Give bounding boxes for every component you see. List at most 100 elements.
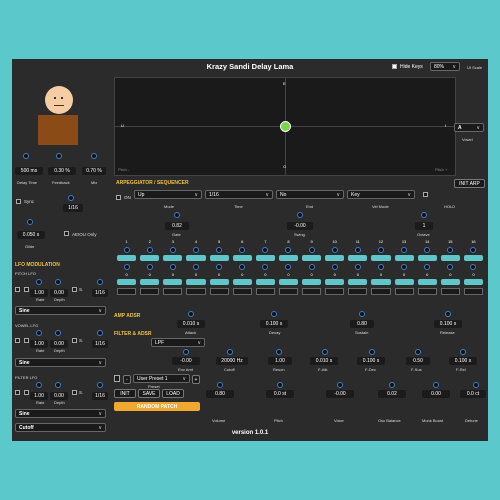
preset-next-button[interactable]: + — [192, 375, 200, 384]
step-pitch-knob[interactable] — [470, 264, 477, 270]
step-velocity-knob[interactable] — [123, 247, 130, 253]
arp-hold-checkbox[interactable] — [423, 192, 428, 197]
feedback-value[interactable]: 0.30 % — [48, 167, 76, 175]
filter-atk-value[interactable]: 0.010 s — [310, 357, 338, 365]
arp-mode-select[interactable]: Up ∨ — [134, 190, 202, 199]
step-accent-toggle[interactable] — [163, 279, 183, 285]
arp-end-select[interactable]: No ∨ — [276, 190, 344, 199]
step-velocity-knob[interactable] — [262, 247, 269, 253]
vowel-lfo-rate-value[interactable]: 1.00 — [30, 340, 48, 348]
aeiou-checkbox[interactable] — [64, 231, 69, 236]
arp-octave-knob[interactable] — [421, 212, 427, 218]
pitch-lfo-wave-select[interactable]: Sine ∨ — [15, 306, 106, 315]
vowel-lfo-rate-knob[interactable] — [36, 330, 42, 336]
step-pitch-knob[interactable] — [377, 264, 384, 270]
sync-checkbox[interactable] — [16, 199, 21, 204]
step-pitch-knob[interactable] — [424, 264, 431, 270]
filter-sus-knob[interactable] — [415, 349, 421, 355]
filter-cutoff-knob[interactable] — [227, 349, 233, 355]
step-gate-toggle[interactable] — [163, 255, 183, 261]
step-pitch-knob[interactable] — [331, 264, 338, 270]
glide-knob[interactable] — [27, 219, 33, 225]
vowel-lfo-division-value[interactable]: 1/16 — [92, 340, 108, 348]
pitch-lfo-division-knob[interactable] — [97, 279, 103, 285]
filter-dec-value[interactable]: 0.100 s — [357, 357, 385, 365]
hide-keys-checkbox[interactable] — [392, 64, 397, 69]
arp-octave-value[interactable]: 1 — [415, 222, 433, 230]
filter-env-amt-value[interactable]: -0.00 — [172, 357, 200, 365]
filter-rel-knob[interactable] — [460, 349, 466, 355]
step-gate-toggle[interactable] — [463, 255, 483, 261]
step-velocity-knob[interactable] — [146, 247, 153, 253]
step-mode-select[interactable] — [255, 288, 275, 295]
filter-cutoff-value[interactable]: 20000 Hz — [216, 357, 248, 365]
step-mode-select[interactable] — [163, 288, 183, 295]
delay-time-value[interactable]: 500 ms — [15, 167, 43, 175]
step-accent-toggle[interactable] — [371, 279, 391, 285]
step-velocity-knob[interactable] — [424, 247, 431, 253]
preset-prev-button[interactable]: - — [123, 375, 131, 384]
amp-decay-knob[interactable] — [271, 311, 277, 317]
step-gate-toggle[interactable] — [325, 255, 345, 261]
step-accent-toggle[interactable] — [186, 279, 206, 285]
arp-vel-mode-select[interactable]: Key ∨ — [347, 190, 415, 199]
amp-sustain-knob[interactable] — [359, 311, 365, 317]
step-mode-select[interactable] — [140, 288, 160, 295]
step-gate-toggle[interactable] — [140, 255, 160, 261]
random-patch-button[interactable]: RANDOM PATCH — [114, 402, 200, 411]
glide-value[interactable]: 0.050 s — [17, 231, 45, 239]
arp-swing-value[interactable]: -0.00 — [287, 222, 313, 230]
monk-boost-knob[interactable] — [433, 382, 439, 388]
step-pitch-knob[interactable] — [123, 264, 130, 270]
step-mode-select[interactable] — [417, 288, 437, 295]
step-gate-toggle[interactable] — [232, 255, 252, 261]
step-accent-toggle[interactable] — [463, 279, 483, 285]
vowel-lfo-depth-knob[interactable] — [55, 330, 61, 336]
step-gate-toggle[interactable] — [255, 255, 275, 261]
step-velocity-knob[interactable] — [192, 247, 199, 253]
step-velocity-knob[interactable] — [470, 247, 477, 253]
arp-gate-value[interactable]: 0.82 — [165, 222, 189, 230]
step-accent-toggle[interactable] — [278, 279, 298, 285]
filter-lfo-wave-select[interactable]: Sine ∨ — [15, 409, 106, 418]
ui-scale-select[interactable]: 80% ∨ — [430, 62, 460, 71]
step-mode-select[interactable] — [394, 288, 414, 295]
filter-lfo-division-knob[interactable] — [97, 382, 103, 388]
detune-value[interactable]: 0.0 ct — [460, 390, 486, 398]
filter-lfo-rate-value[interactable]: 1.00 — [30, 392, 48, 400]
filter-reson-value[interactable]: 1.00 — [268, 357, 292, 365]
filter-env-amt-knob[interactable] — [183, 349, 189, 355]
osc-balance-knob[interactable] — [389, 382, 395, 388]
step-pitch-knob[interactable] — [401, 264, 408, 270]
pitch-lfo-division-value[interactable]: 1/16 — [92, 289, 108, 297]
step-mode-select[interactable] — [232, 288, 252, 295]
volume-knob[interactable] — [217, 382, 223, 388]
step-velocity-knob[interactable] — [169, 247, 176, 253]
sync-division-knob[interactable] — [68, 195, 74, 201]
step-accent-toggle[interactable] — [302, 279, 322, 285]
sync-division-value[interactable]: 1/16 — [63, 204, 83, 212]
step-accent-toggle[interactable] — [255, 279, 275, 285]
step-mode-select[interactable] — [302, 288, 322, 295]
step-accent-toggle[interactable] — [348, 279, 368, 285]
filter-lfo-depth-value[interactable]: 0.00 — [50, 392, 68, 400]
pitch-lfo-rate-knob[interactable] — [36, 279, 42, 285]
step-mode-select[interactable] — [117, 288, 137, 295]
vowel-lfo-depth-value[interactable]: 0.00 — [50, 340, 68, 348]
vowel-select[interactable]: A ∨ — [454, 123, 484, 132]
step-accent-toggle[interactable] — [325, 279, 345, 285]
step-gate-toggle[interactable] — [302, 255, 322, 261]
step-pitch-knob[interactable] — [146, 264, 153, 270]
step-velocity-knob[interactable] — [216, 247, 223, 253]
step-pitch-knob[interactable] — [447, 264, 454, 270]
step-mode-select[interactable] — [278, 288, 298, 295]
amp-decay-value[interactable]: 0.100 s — [260, 320, 288, 328]
mix-value[interactable]: 0.70 % — [82, 167, 106, 175]
vowel-lfo-retrig-checkbox[interactable] — [24, 338, 29, 343]
amp-release-value[interactable]: 0.100 s — [434, 320, 462, 328]
preset-save-button[interactable]: SAVE — [138, 389, 160, 398]
filter-lfo-division-value[interactable]: 1/16 — [92, 392, 108, 400]
step-mode-select[interactable] — [209, 288, 229, 295]
step-velocity-knob[interactable] — [285, 247, 292, 253]
filter-sus-value[interactable]: 0.50 — [406, 357, 430, 365]
